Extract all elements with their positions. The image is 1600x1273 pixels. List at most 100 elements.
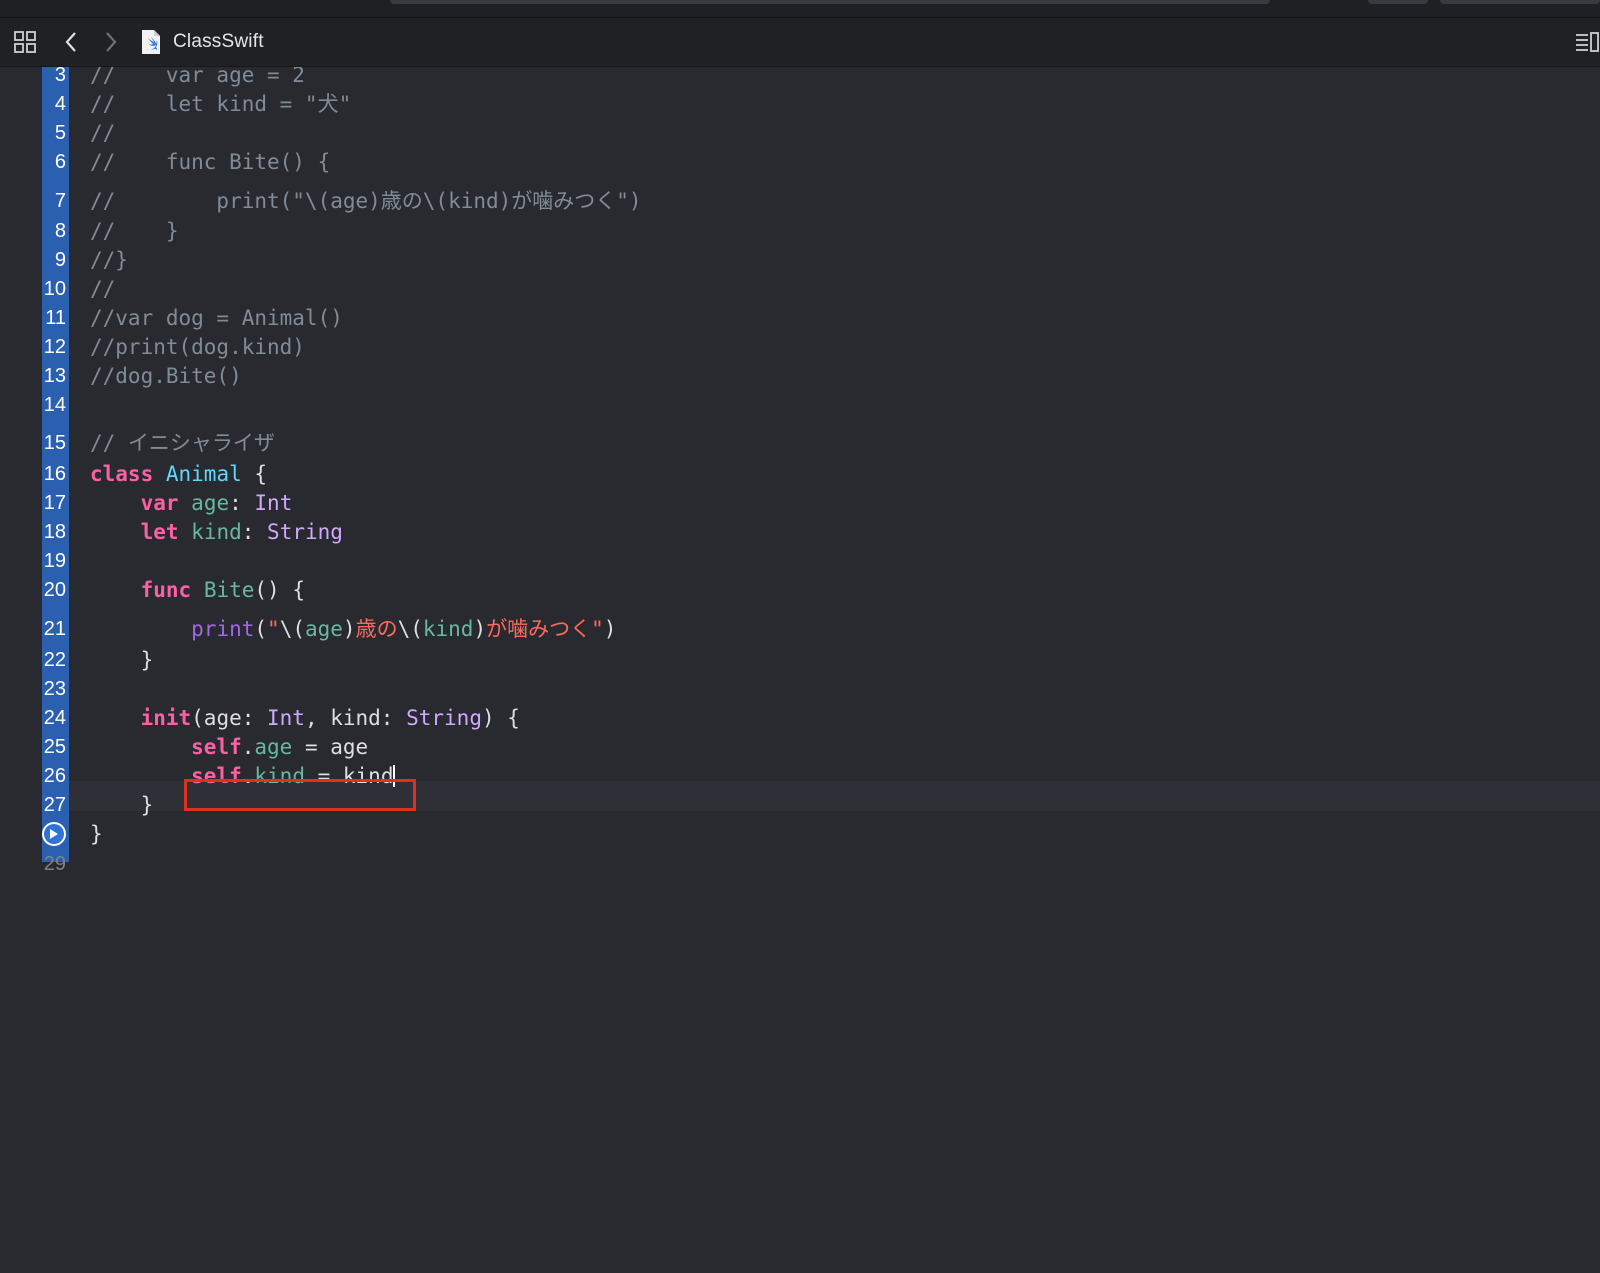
code-text[interactable]: } bbox=[90, 646, 154, 675]
code-token: String bbox=[267, 520, 343, 544]
code-line[interactable]: } bbox=[0, 820, 1600, 849]
code-line[interactable]: 17 var age: Int bbox=[0, 489, 1600, 518]
code-line[interactable]: 18 let kind: String bbox=[0, 518, 1600, 547]
code-token: : bbox=[229, 491, 255, 515]
code-text[interactable]: //print(dog.kind) bbox=[90, 333, 305, 362]
grid-icon[interactable] bbox=[12, 28, 38, 56]
code-token: Int bbox=[254, 491, 293, 515]
code-token: = age bbox=[292, 735, 369, 759]
titlebar-control[interactable] bbox=[1368, 0, 1428, 4]
line-number: 3 bbox=[54, 67, 66, 86]
code-text[interactable]: } bbox=[90, 820, 103, 849]
chevron-right-icon[interactable] bbox=[100, 28, 122, 56]
comment-token: // bbox=[90, 121, 116, 145]
code-line[interactable]: 19 bbox=[0, 547, 1600, 576]
code-token: String bbox=[406, 706, 482, 730]
code-text[interactable]: print("\(age)歳の\(kind)が噛みつく") bbox=[90, 615, 616, 644]
code-token: } bbox=[90, 793, 154, 817]
code-line[interactable]: 16 class Animal { bbox=[0, 460, 1600, 489]
code-text[interactable]: init(age: Int, kind: String) { bbox=[90, 704, 520, 733]
code-token: (age: bbox=[191, 706, 268, 730]
comment-token: //print(dog.kind) bbox=[90, 335, 305, 359]
code-text[interactable]: // bbox=[90, 119, 115, 148]
titlebar-activity-area bbox=[390, 0, 1270, 4]
code-line[interactable]: 8 // } bbox=[0, 217, 1600, 246]
code-text[interactable]: // var age = 2 bbox=[90, 67, 305, 90]
code-line[interactable]: 9 //} bbox=[0, 246, 1600, 275]
code-line[interactable]: 22 } bbox=[0, 646, 1600, 675]
code-line[interactable]: 11 //var dog = Animal() bbox=[0, 304, 1600, 333]
code-text[interactable]: // let kind = "犬" bbox=[90, 90, 351, 119]
code-text[interactable]: //} bbox=[90, 246, 128, 275]
code-text[interactable]: //var dog = Animal() bbox=[90, 304, 343, 333]
code-token: ) bbox=[603, 617, 617, 641]
comment-token: // print("\(age)歳の\(kind)が噛みつく") bbox=[90, 189, 642, 213]
code-line[interactable]: 13 //dog.Bite() bbox=[0, 362, 1600, 391]
code-line[interactable]: 23 bbox=[0, 675, 1600, 704]
code-token: ) bbox=[473, 617, 487, 641]
code-text[interactable]: // print("\(age)歳の\(kind)が噛みつく") bbox=[90, 187, 642, 216]
code-line[interactable]: 6 // func Bite() { bbox=[0, 148, 1600, 177]
titlebar-control[interactable] bbox=[1440, 0, 1600, 4]
code-token: ) bbox=[342, 617, 356, 641]
comment-token: // } bbox=[90, 219, 179, 243]
code-line[interactable]: 7 // print("\(age)歳の\(kind)が噛みつく") bbox=[0, 187, 1600, 216]
code-text[interactable]: // bbox=[90, 275, 115, 304]
code-text[interactable]: let kind: String bbox=[90, 518, 343, 547]
code-line[interactable]: 3 // var age = 2 bbox=[0, 67, 1600, 90]
code-token: func bbox=[140, 578, 192, 602]
code-text[interactable]: //dog.Bite() bbox=[90, 362, 242, 391]
code-line[interactable]: 20 func Bite() { bbox=[0, 576, 1600, 605]
code-text[interactable]: } bbox=[90, 791, 154, 820]
code-text[interactable]: func Bite() { bbox=[90, 576, 305, 605]
comment-token: //var dog = Animal() bbox=[90, 306, 343, 330]
line-number: 6 bbox=[54, 151, 66, 173]
code-line[interactable]: 10 // bbox=[0, 275, 1600, 304]
code-token: . bbox=[241, 735, 255, 759]
chevron-left-icon[interactable] bbox=[60, 28, 82, 56]
comment-token: //} bbox=[90, 248, 128, 272]
code-token: () { bbox=[254, 578, 305, 602]
code-line[interactable]: 25 self.age = age bbox=[0, 733, 1600, 762]
file-title[interactable]: ClassSwift bbox=[173, 31, 264, 53]
code-token: } bbox=[90, 648, 154, 672]
code-text[interactable]: // イニシャライザ bbox=[90, 429, 275, 458]
line-number: 5 bbox=[54, 122, 66, 144]
comment-token: // var age = 2 bbox=[90, 67, 305, 87]
comment-token: //dog.Bite() bbox=[90, 364, 242, 388]
line-number: 9 bbox=[54, 249, 66, 271]
code-text[interactable]: // func Bite() { bbox=[90, 148, 330, 177]
code-line[interactable]: 4 // let kind = "犬" bbox=[0, 90, 1600, 119]
line-number: 10 bbox=[43, 278, 66, 300]
window-titlebar bbox=[0, 0, 1600, 18]
code-token: kind bbox=[191, 520, 242, 544]
code-token: self bbox=[191, 735, 242, 759]
code-token: } bbox=[90, 822, 103, 846]
code-text[interactable]: // } bbox=[90, 217, 179, 246]
code-line[interactable]: 15 // イニシャライザ bbox=[0, 429, 1600, 458]
code-text[interactable]: var age: Int bbox=[90, 489, 293, 518]
code-line[interactable]: 5 // bbox=[0, 119, 1600, 148]
code-token: { bbox=[241, 462, 268, 486]
line-number: 7 bbox=[54, 190, 66, 212]
code-text[interactable]: self.age = age bbox=[90, 733, 368, 762]
line-number: 11 bbox=[45, 307, 66, 329]
source-editor[interactable]: 3 // var age = 2 4 // let kind = "犬" 5 // 6 // … bbox=[0, 67, 1600, 1273]
code-line[interactable]: 21 print("\(age)歳の\(kind)が噛みつく") bbox=[0, 615, 1600, 644]
code-text[interactable]: class Animal { bbox=[90, 460, 267, 489]
line-number: 29 bbox=[43, 853, 66, 875]
code-line[interactable]: 29 bbox=[0, 850, 1600, 879]
line-number: 21 bbox=[43, 618, 66, 640]
code-line[interactable]: 12 //print(dog.kind) bbox=[0, 333, 1600, 362]
run-breakpoint-icon[interactable] bbox=[42, 822, 66, 846]
lines-icon[interactable] bbox=[1574, 28, 1600, 56]
code-line[interactable]: 14 bbox=[0, 391, 1600, 420]
code-line[interactable]: 24 init(age: Int, kind: String) { bbox=[0, 704, 1600, 733]
